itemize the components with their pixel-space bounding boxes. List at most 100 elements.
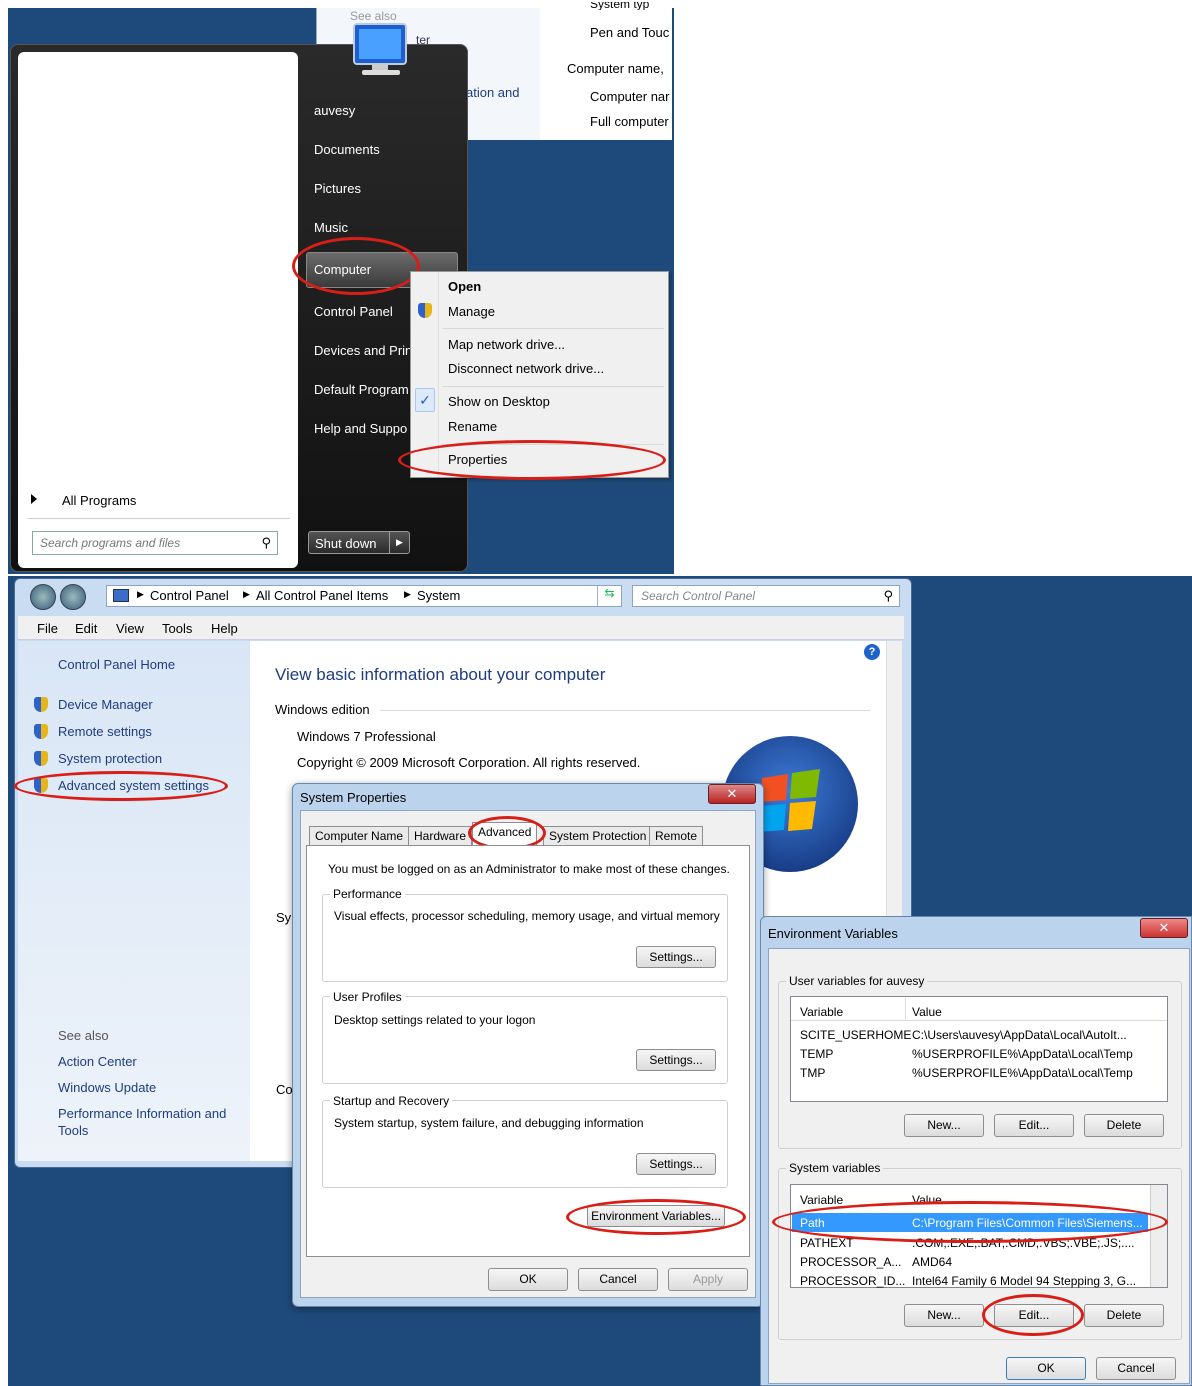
column-header-variable[interactable]: Variable	[800, 1005, 843, 1019]
tab-hardware[interactable]: Hardware	[408, 826, 473, 846]
ctx-manage[interactable]: Manage	[448, 304, 495, 319]
menu-help[interactable]: Help	[211, 621, 238, 636]
breadcrumb-control-panel[interactable]: Control Panel	[150, 588, 229, 603]
search-icon: ⚲	[261, 535, 271, 550]
startup-settings-button[interactable]: Settings...	[636, 1153, 716, 1175]
sidebar-device-manager[interactable]: Device Manager	[58, 697, 153, 712]
column-header-variable[interactable]: Variable	[800, 1193, 843, 1207]
tab-system-protection[interactable]: System Protection	[543, 826, 653, 846]
user-edit-button[interactable]: Edit...	[994, 1114, 1074, 1137]
start-item-documents[interactable]: Documents	[314, 142, 380, 157]
cut-text-co: Co	[276, 1082, 293, 1097]
system-var-value[interactable]: .COM;.EXE;.BAT;.CMD;.VBS;.VBE;.JS;....	[912, 1236, 1135, 1250]
start-item-devices[interactable]: Devices and Prin	[314, 343, 412, 358]
forward-button[interactable]	[60, 584, 86, 610]
env-ok-button[interactable]: OK	[1006, 1357, 1086, 1380]
uac-shield-icon	[34, 751, 48, 766]
user-var-name[interactable]: SCITE_USERHOME	[800, 1028, 911, 1042]
bg-comp-name2: Computer nar	[590, 89, 670, 104]
sidebar-advanced-settings[interactable]: Advanced system settings	[58, 778, 209, 793]
start-item-default-programs[interactable]: Default Program	[314, 382, 409, 397]
explorer-search-input[interactable]: Search Control Panel ⚲	[632, 585, 900, 607]
sidebar-windows-update[interactable]: Windows Update	[58, 1080, 156, 1095]
system-var-value[interactable]: AMD64	[912, 1255, 952, 1269]
start-search-input[interactable]: Search programs and files ⚲	[32, 531, 278, 555]
start-item-user[interactable]: auvesy	[314, 103, 355, 118]
start-divider	[28, 518, 290, 519]
system-var-value[interactable]: Intel64 Family 6 Model 94 Stepping 3, G.…	[912, 1274, 1136, 1288]
system-var-name[interactable]: Path	[800, 1216, 825, 1230]
menu-view[interactable]: View	[116, 621, 144, 636]
ctx-rename[interactable]: Rename	[448, 419, 497, 434]
edition-divider	[380, 710, 870, 711]
sysprops-cancel-button[interactable]: Cancel	[578, 1268, 658, 1291]
column-header-value[interactable]: Value	[912, 1005, 942, 1019]
profiles-settings-button[interactable]: Settings...	[636, 1049, 716, 1071]
back-button[interactable]	[30, 584, 56, 610]
cut-text-sy: Sy	[276, 910, 292, 925]
breadcrumb-all-items[interactable]: All Control Panel Items	[256, 588, 388, 603]
edition-header: Windows edition	[275, 702, 370, 717]
shutdown-arrow-icon[interactable]: ▶	[389, 532, 409, 553]
sidebar-action-center[interactable]: Action Center	[58, 1054, 137, 1069]
start-item-computer[interactable]: Computer	[314, 262, 371, 277]
tab-remote[interactable]: Remote	[649, 826, 704, 846]
start-item-music[interactable]: Music	[314, 220, 348, 235]
column-divider	[905, 998, 906, 1020]
help-icon[interactable]: ?	[864, 644, 880, 660]
address-bar[interactable]: Control Panel All Control Panel Items Sy…	[106, 585, 622, 607]
performance-desc: Visual effects, processor scheduling, me…	[334, 909, 720, 923]
sidebar-see-also: See also	[58, 1028, 109, 1043]
ctx-open[interactable]: Open	[448, 279, 481, 294]
sysprops-ok-button[interactable]: OK	[488, 1268, 568, 1291]
system-new-button[interactable]: New...	[904, 1304, 984, 1327]
user-delete-button[interactable]: Delete	[1084, 1114, 1164, 1137]
chevron-right-icon: ▶	[404, 589, 411, 599]
user-var-name[interactable]: TEMP	[800, 1047, 833, 1061]
user-new-button[interactable]: New...	[904, 1114, 984, 1137]
env-cancel-button[interactable]: Cancel	[1096, 1357, 1176, 1380]
column-header-value[interactable]: Value	[912, 1193, 942, 1207]
system-edit-button[interactable]: Edit...	[994, 1304, 1074, 1327]
menu-edit[interactable]: Edit	[75, 621, 97, 636]
refresh-icon[interactable]: ⇆	[597, 586, 621, 606]
menu-tools[interactable]: Tools	[162, 621, 192, 636]
menu-file[interactable]: File	[37, 621, 58, 636]
all-programs[interactable]: All Programs	[62, 493, 136, 508]
system-var-name[interactable]: PATHEXT	[800, 1236, 854, 1250]
menu-bar	[18, 616, 904, 640]
sidebar-home[interactable]: Control Panel Home	[58, 657, 175, 672]
bg-text-ation: ation and	[466, 85, 520, 100]
startup-desc: System startup, system failure, and debu…	[334, 1116, 644, 1130]
shutdown-button[interactable]: Shut down ▶	[308, 531, 410, 554]
performance-label: Performance	[330, 887, 405, 901]
user-var-value[interactable]: %USERPROFILE%\AppData\Local\Temp	[912, 1066, 1133, 1080]
sysprops-apply-button[interactable]: Apply	[668, 1268, 748, 1291]
sidebar-performance-info[interactable]: Performance Information and Tools	[58, 1105, 248, 1139]
user-var-name[interactable]: TMP	[800, 1066, 825, 1080]
environment-variables-button[interactable]: Environment Variables...	[587, 1205, 725, 1227]
system-var-value[interactable]: C:\Program Files\Common Files\Siemens...	[912, 1216, 1143, 1230]
ctx-properties[interactable]: Properties	[448, 452, 507, 467]
tab-advanced[interactable]: Advanced	[472, 822, 538, 846]
start-item-help[interactable]: Help and Suppo	[314, 421, 407, 436]
breadcrumb-system[interactable]: System	[417, 588, 460, 603]
ctx-map-drive[interactable]: Map network drive...	[448, 337, 565, 352]
sidebar-remote-settings[interactable]: Remote settings	[58, 724, 152, 739]
ctx-show-desktop[interactable]: Show on Desktop	[448, 394, 550, 409]
performance-settings-button[interactable]: Settings...	[636, 946, 716, 968]
user-var-value[interactable]: C:\Users\auvesy\AppData\Local\AutoIt...	[912, 1028, 1127, 1042]
tab-computer-name[interactable]: Computer Name	[309, 826, 410, 846]
env-vars-title: Environment Variables	[768, 926, 898, 941]
system-var-name[interactable]: PROCESSOR_A...	[800, 1255, 901, 1269]
close-icon[interactable]: ✕	[708, 784, 756, 804]
system-vars-scrollbar[interactable]	[1150, 1185, 1167, 1287]
close-icon[interactable]: ✕	[1140, 918, 1188, 938]
ctx-disconnect-drive[interactable]: Disconnect network drive...	[448, 361, 604, 376]
start-item-control-panel[interactable]: Control Panel	[314, 304, 393, 319]
user-var-value[interactable]: %USERPROFILE%\AppData\Local\Temp	[912, 1047, 1133, 1061]
system-delete-button[interactable]: Delete	[1084, 1304, 1164, 1327]
start-item-pictures[interactable]: Pictures	[314, 181, 361, 196]
sidebar-system-protection[interactable]: System protection	[58, 751, 162, 766]
system-var-name[interactable]: PROCESSOR_ID...	[800, 1274, 905, 1288]
